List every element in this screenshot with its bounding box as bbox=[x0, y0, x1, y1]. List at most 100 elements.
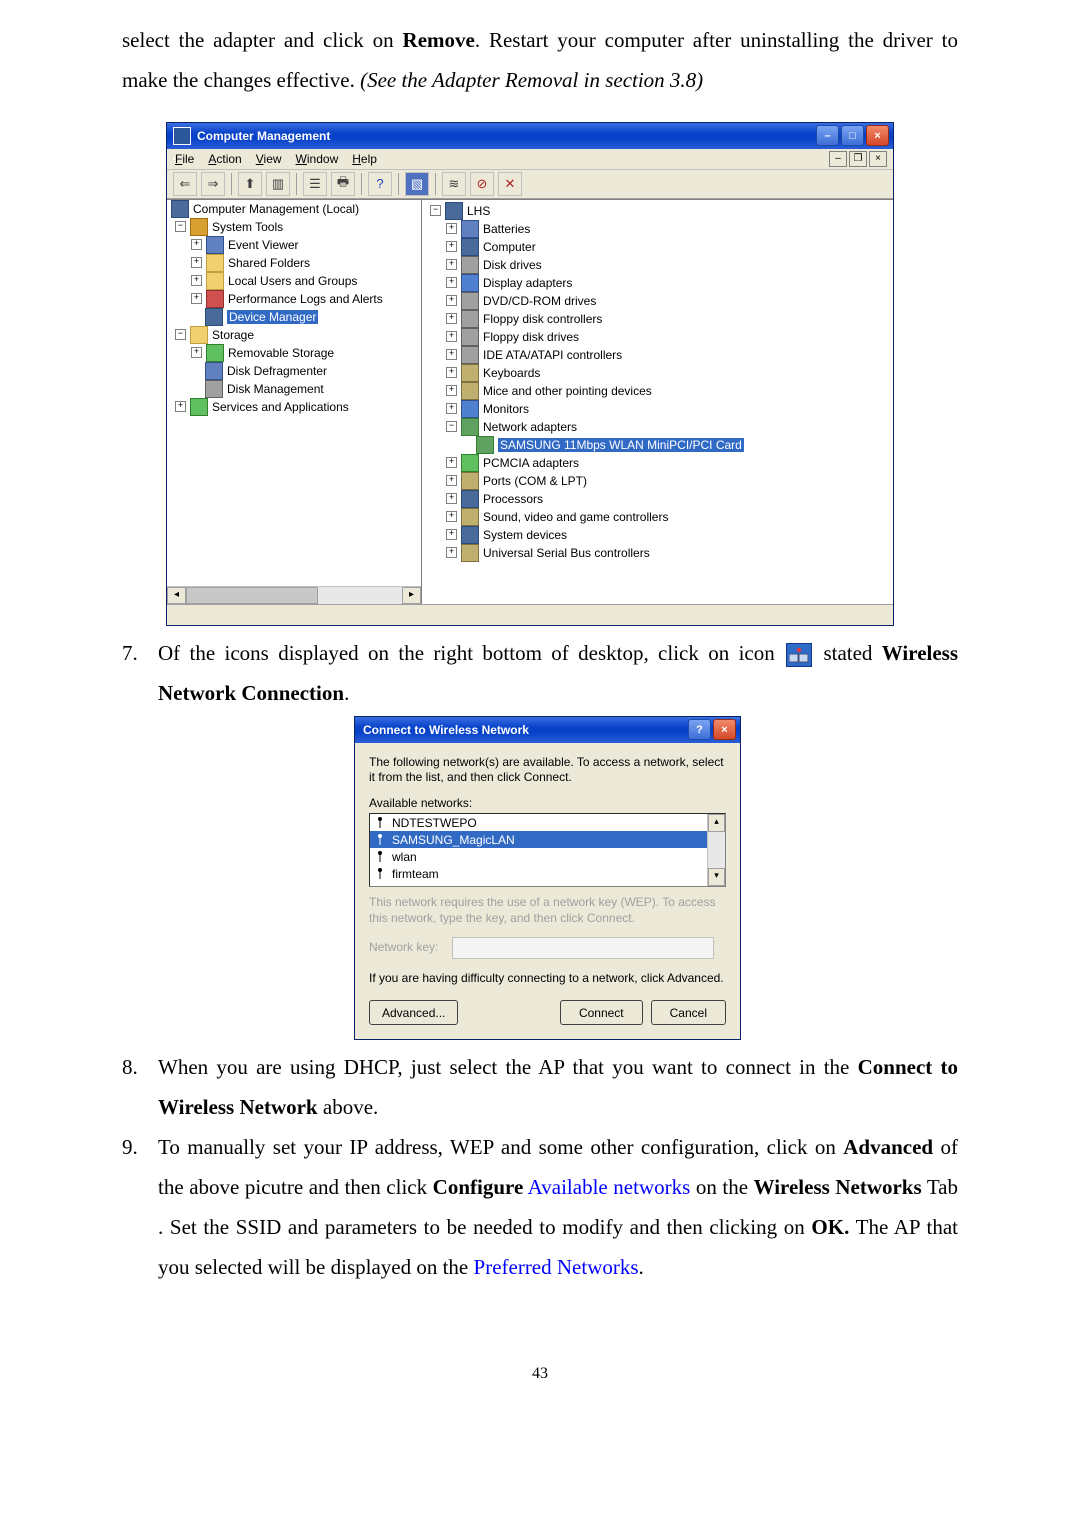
dm-keyboards[interactable]: Keyboards bbox=[483, 366, 540, 380]
expand-toggle[interactable]: + bbox=[446, 403, 457, 414]
expand-toggle[interactable]: + bbox=[446, 529, 457, 540]
list-item[interactable]: firmteam bbox=[370, 865, 725, 882]
tb-back-button[interactable]: ⇐ bbox=[173, 172, 197, 196]
dm-pcmcia[interactable]: PCMCIA adapters bbox=[483, 456, 579, 470]
mdi-minimize-button[interactable]: – bbox=[829, 151, 847, 167]
tb-show-hide-button[interactable]: ▥ bbox=[266, 172, 290, 196]
expand-toggle[interactable]: + bbox=[191, 257, 202, 268]
left-tree-hscroll[interactable]: ◂ ▸ bbox=[167, 586, 421, 604]
expand-toggle[interactable]: + bbox=[446, 223, 457, 234]
tb-uninstall-button[interactable]: ✕ bbox=[498, 172, 522, 196]
dlg-close-button[interactable]: × bbox=[713, 719, 736, 740]
mdi-close-button[interactable]: × bbox=[869, 151, 887, 167]
dm-sound[interactable]: Sound, video and game controllers bbox=[483, 510, 668, 524]
dm-dvd[interactable]: DVD/CD-ROM drives bbox=[483, 294, 596, 308]
advanced-button[interactable]: Advanced... bbox=[369, 1000, 458, 1025]
tree-diskmgmt[interactable]: Disk Management bbox=[227, 382, 324, 396]
tb-forward-button[interactable]: ⇒ bbox=[201, 172, 225, 196]
tree-shared-folders[interactable]: Shared Folders bbox=[228, 256, 310, 270]
dm-batteries[interactable]: Batteries bbox=[483, 222, 530, 236]
tb-print-button[interactable]: 🖶 bbox=[331, 172, 355, 196]
tb-up-button[interactable]: ⬆ bbox=[238, 172, 262, 196]
expand-toggle[interactable]: + bbox=[446, 457, 457, 468]
dm-monitors[interactable]: Monitors bbox=[483, 402, 529, 416]
tree-system-tools[interactable]: System Tools bbox=[212, 220, 283, 234]
dm-usb[interactable]: Universal Serial Bus controllers bbox=[483, 546, 650, 560]
tree-local-users[interactable]: Local Users and Groups bbox=[228, 274, 357, 288]
scroll-down-button[interactable]: ▾ bbox=[708, 868, 725, 886]
tree-event-viewer[interactable]: Event Viewer bbox=[228, 238, 298, 252]
scroll-right-button[interactable]: ▸ bbox=[402, 587, 421, 604]
antenna-icon bbox=[374, 851, 386, 863]
list-item[interactable]: wlan bbox=[370, 848, 725, 865]
dm-root[interactable]: LHS bbox=[467, 204, 490, 218]
expand-toggle[interactable]: + bbox=[191, 239, 202, 250]
tree-device-manager[interactable]: Device Manager bbox=[227, 310, 318, 324]
tb-properties-button[interactable]: ☰ bbox=[303, 172, 327, 196]
menu-view[interactable]: View bbox=[256, 152, 282, 166]
tb-disable-button[interactable]: ⊘ bbox=[470, 172, 494, 196]
scroll-left-button[interactable]: ◂ bbox=[167, 587, 186, 604]
dm-processors[interactable]: Processors bbox=[483, 492, 543, 506]
expand-toggle[interactable]: + bbox=[191, 293, 202, 304]
mdi-restore-button[interactable]: ❐ bbox=[849, 151, 867, 167]
dm-disk-drives[interactable]: Disk drives bbox=[483, 258, 542, 272]
expand-toggle[interactable]: + bbox=[446, 367, 457, 378]
expand-toggle[interactable]: − bbox=[175, 329, 186, 340]
expand-toggle[interactable]: + bbox=[446, 241, 457, 252]
expand-toggle[interactable]: + bbox=[191, 275, 202, 286]
expand-toggle[interactable]: + bbox=[446, 349, 457, 360]
dm-sysdev[interactable]: System devices bbox=[483, 528, 567, 542]
list-item[interactable]: NDTESTWEPO bbox=[370, 814, 725, 831]
expand-toggle[interactable]: + bbox=[446, 511, 457, 522]
dm-mice[interactable]: Mice and other pointing devices bbox=[483, 384, 652, 398]
intro-remove: Remove bbox=[403, 28, 475, 52]
expand-toggle[interactable]: + bbox=[446, 277, 457, 288]
expand-toggle[interactable]: − bbox=[175, 221, 186, 232]
tb-help-button[interactable]: ? bbox=[368, 172, 392, 196]
expand-toggle[interactable]: + bbox=[446, 331, 457, 342]
netlist-vscroll[interactable]: ▴ ▾ bbox=[707, 814, 725, 886]
expand-toggle[interactable]: + bbox=[191, 347, 202, 358]
expand-toggle[interactable]: + bbox=[446, 259, 457, 270]
dm-display[interactable]: Display adapters bbox=[483, 276, 572, 290]
expand-toggle[interactable]: + bbox=[446, 493, 457, 504]
dm-net-adapters[interactable]: Network adapters bbox=[483, 420, 577, 434]
expand-toggle[interactable]: − bbox=[430, 205, 441, 216]
expand-toggle[interactable]: + bbox=[446, 475, 457, 486]
connect-button[interactable]: Connect bbox=[560, 1000, 643, 1025]
expand-toggle[interactable]: − bbox=[446, 421, 457, 432]
tree-removable[interactable]: Removable Storage bbox=[228, 346, 334, 360]
expand-toggle[interactable]: + bbox=[446, 385, 457, 396]
list-item[interactable]: SAMSUNG_MagicLAN bbox=[370, 831, 725, 848]
menu-window[interactable]: Window bbox=[296, 152, 339, 166]
tb-enable-button[interactable]: ≋ bbox=[442, 172, 466, 196]
disk-icon bbox=[461, 256, 479, 274]
dm-ide[interactable]: IDE ATA/ATAPI controllers bbox=[483, 348, 622, 362]
scroll-up-button[interactable]: ▴ bbox=[708, 814, 725, 832]
tb-scan-button[interactable]: ▧ bbox=[405, 172, 429, 196]
dlg-help-button[interactable]: ? bbox=[688, 719, 711, 740]
menu-action[interactable]: Action bbox=[208, 152, 241, 166]
available-networks-list[interactable]: NDTESTWEPO SAMSUNG_MagicLAN wlan firmtea… bbox=[369, 813, 726, 887]
expand-toggle[interactable]: + bbox=[175, 401, 186, 412]
tree-root[interactable]: Computer Management (Local) bbox=[193, 202, 359, 216]
dm-ports[interactable]: Ports (COM & LPT) bbox=[483, 474, 587, 488]
minimize-button[interactable]: – bbox=[816, 125, 839, 146]
tree-defrag[interactable]: Disk Defragmenter bbox=[227, 364, 327, 378]
dm-floppy-ctrl[interactable]: Floppy disk controllers bbox=[483, 312, 602, 326]
menu-file[interactable]: FFileile bbox=[175, 152, 194, 166]
expand-toggle[interactable]: + bbox=[446, 547, 457, 558]
tree-services[interactable]: Services and Applications bbox=[212, 400, 349, 414]
close-button[interactable]: × bbox=[866, 125, 889, 146]
maximize-button[interactable]: □ bbox=[841, 125, 864, 146]
expand-toggle[interactable]: + bbox=[446, 295, 457, 306]
expand-toggle[interactable]: + bbox=[446, 313, 457, 324]
dm-samsung-nic[interactable]: SAMSUNG 11Mbps WLAN MiniPCI/PCI Card bbox=[498, 438, 744, 452]
menu-help[interactable]: Help bbox=[352, 152, 377, 166]
tree-storage[interactable]: Storage bbox=[212, 328, 254, 342]
dm-computer[interactable]: Computer bbox=[483, 240, 536, 254]
dm-floppy-drv[interactable]: Floppy disk drives bbox=[483, 330, 579, 344]
cancel-button[interactable]: Cancel bbox=[651, 1000, 726, 1025]
tree-perf-logs[interactable]: Performance Logs and Alerts bbox=[228, 292, 383, 306]
